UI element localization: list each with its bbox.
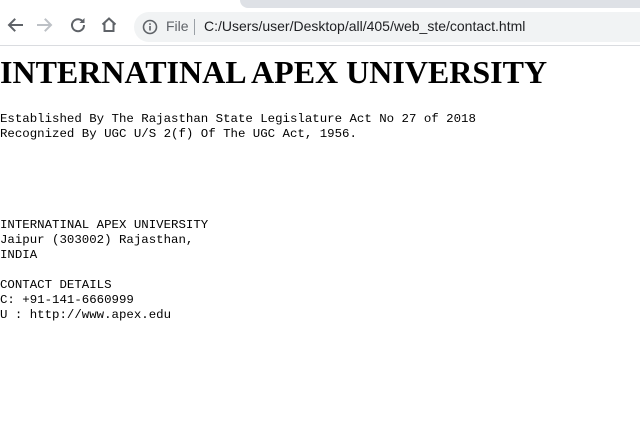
recognized-line: Recognized By UGC U/S 2(f) Of The UGC Ac… [0,127,357,141]
reload-icon [71,18,86,33]
address-country: INDIA [0,248,38,262]
page-content: INTERNATINAL APEX UNIVERSITY Established… [0,46,640,426]
back-button[interactable] [3,13,27,37]
url-text[interactable]: C:/Users/user/Desktop/all/405/web_ste/co… [204,18,525,34]
contact-title: CONTACT DETAILS [0,278,112,292]
contact-block: CONTACT DETAILS C: +91-141-6660999 U : h… [0,278,171,323]
forward-arrow-icon [37,18,53,32]
establishment-info: Established By The Rajasthan State Legis… [0,112,476,142]
home-icon [101,17,117,32]
address-name: INTERNATINAL APEX UNIVERSITY [0,218,209,232]
contact-url: U : http://www.apex.edu [0,308,172,322]
back-arrow-icon [7,18,23,32]
scheme-label: File [166,18,189,34]
address-bar[interactable]: File C:/Users/user/Desktop/all/405/web_s… [134,12,640,42]
page-title: INTERNATINAL APEX UNIVERSITY [0,54,548,90]
tab-strip [240,0,640,8]
reload-button[interactable] [66,13,90,37]
omnibox-divider [194,19,195,35]
address-block: INTERNATINAL APEX UNIVERSITY Jaipur (303… [0,218,208,263]
established-line: Established By The Rajasthan State Legis… [0,112,476,126]
info-icon[interactable] [142,19,158,35]
address-city: Jaipur (303002) Rajasthan, [0,233,194,247]
contact-phone: C: +91-141-6660999 [0,293,134,307]
browser-toolbar: File C:/Users/user/Desktop/all/405/web_s… [0,0,640,46]
home-button[interactable] [97,13,121,37]
forward-button[interactable] [33,13,57,37]
